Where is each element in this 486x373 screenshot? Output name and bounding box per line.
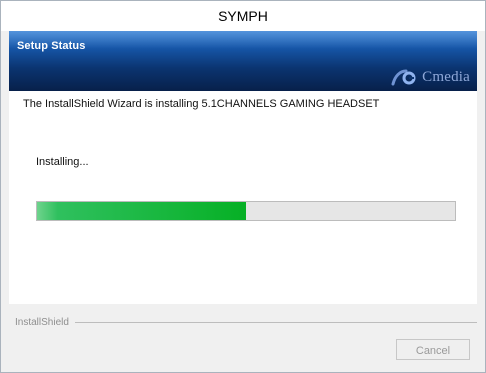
install-progress-bar	[36, 201, 456, 221]
installer-window: SYMPH Setup Status Cmedia The InstallShi…	[0, 0, 486, 373]
content-area	[9, 91, 477, 304]
installshield-label: InstallShield	[15, 316, 69, 328]
cmedia-swirl-icon	[391, 69, 416, 86]
status-message: The InstallShield Wizard is installing 5…	[23, 98, 380, 110]
banner-title: Setup Status	[17, 40, 86, 52]
setup-status-banner: Setup Status Cmedia	[9, 31, 477, 91]
installshield-brand-line: InstallShield	[15, 315, 477, 329]
progress-fill	[37, 202, 246, 220]
logo-text: Cmedia	[422, 68, 470, 85]
window-title: SYMPH	[1, 1, 485, 31]
installing-label: Installing...	[36, 156, 89, 168]
brand-divider	[74, 321, 477, 323]
cmedia-logo: Cmedia	[390, 68, 470, 86]
cancel-button[interactable]: Cancel	[396, 339, 470, 360]
